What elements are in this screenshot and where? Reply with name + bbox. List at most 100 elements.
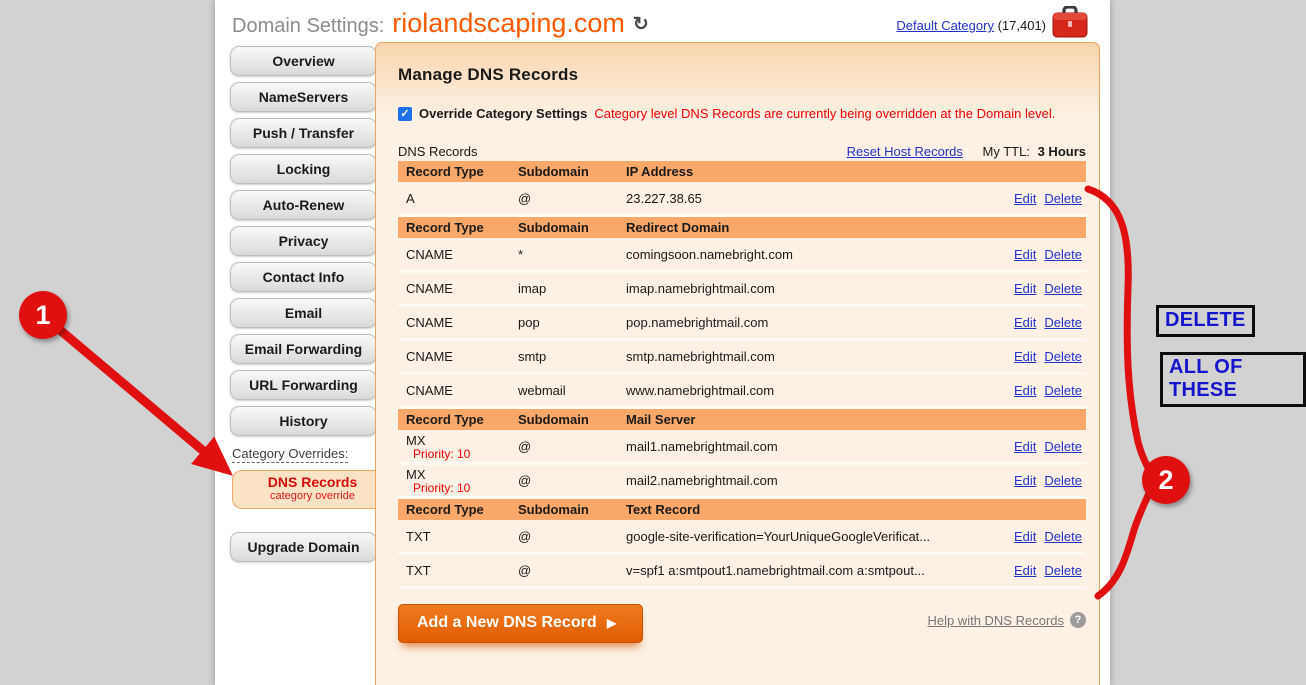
default-category-link[interactable]: Default Category — [896, 18, 994, 33]
domain-name: riolandscaping.com — [392, 8, 625, 39]
edit-link[interactable]: Edit — [1014, 439, 1036, 454]
delete-link[interactable]: Delete — [1044, 383, 1082, 398]
record-value: imap.namebrightmail.com — [626, 281, 990, 296]
sidebar-item-email[interactable]: Email — [230, 298, 377, 328]
table-row: TXT@v=spf1 a:smtpout1.namebrightmail.com… — [398, 555, 1086, 589]
annotation-step-1: 1 — [19, 291, 67, 339]
delete-link[interactable]: Delete — [1044, 473, 1082, 488]
dns-panel: Manage DNS Records ✓ Override Category S… — [375, 42, 1100, 685]
override-checkbox[interactable]: ✓ — [398, 107, 412, 121]
toolbox-icon[interactable] — [1052, 6, 1088, 38]
question-mark-icon[interactable]: ? — [1070, 612, 1086, 628]
edit-link[interactable]: Edit — [1014, 315, 1036, 330]
default-category-count: (17,401) — [998, 18, 1046, 33]
column-header-subdomain: Subdomain — [518, 502, 626, 517]
row-actions: Edit Delete — [990, 349, 1086, 364]
category-overrides-label: Category Overrides: — [232, 446, 377, 461]
record-subdomain: smtp — [518, 349, 626, 364]
edit-link[interactable]: Edit — [1014, 247, 1036, 262]
record-type: TXT — [406, 529, 518, 544]
record-subdomain: imap — [518, 281, 626, 296]
record-type: CNAME — [406, 281, 518, 296]
column-header-record-type: Record Type — [406, 502, 518, 517]
row-actions: Edit Delete — [990, 281, 1086, 296]
edit-link[interactable]: Edit — [1014, 349, 1036, 364]
sidebar-item-contact-info[interactable]: Contact Info — [230, 262, 377, 292]
record-type: CNAME — [406, 247, 518, 262]
record-value: 23.227.38.65 — [626, 191, 990, 206]
sidebar-item-history[interactable]: History — [230, 406, 377, 436]
sidebar-item-dns-records[interactable]: DNS Records category override — [232, 470, 392, 509]
record-subdomain: @ — [518, 439, 626, 454]
record-value: comingsoon.namebright.com — [626, 247, 990, 262]
record-subdomain: @ — [518, 563, 626, 578]
delete-link[interactable]: Delete — [1044, 191, 1082, 206]
dns-records-tab-sublabel: category override — [233, 490, 392, 502]
edit-link[interactable]: Edit — [1014, 563, 1036, 578]
delete-link[interactable]: Delete — [1044, 529, 1082, 544]
sidebar-item-email-forwarding[interactable]: Email Forwarding — [230, 334, 377, 364]
panel-heading: Manage DNS Records — [398, 65, 1086, 85]
sidebar-item-privacy[interactable]: Privacy — [230, 226, 377, 256]
delete-link[interactable]: Delete — [1044, 281, 1082, 296]
sidebar-item-locking[interactable]: Locking — [230, 154, 377, 184]
delete-link[interactable]: Delete — [1044, 439, 1082, 454]
record-type-cell: CNAME — [406, 383, 518, 398]
row-actions: Edit Delete — [990, 473, 1086, 488]
upgrade-domain-button[interactable]: Upgrade Domain — [230, 532, 377, 562]
refresh-icon[interactable]: ↻ — [633, 13, 649, 36]
delete-link[interactable]: Delete — [1044, 349, 1082, 364]
delete-link[interactable]: Delete — [1044, 315, 1082, 330]
help-row: Help with DNS Records ? — [927, 612, 1086, 628]
edit-link[interactable]: Edit — [1014, 473, 1036, 488]
record-type-cell: CNAME — [406, 247, 518, 262]
record-type-cell: CNAME — [406, 315, 518, 330]
table-row: CNAME*comingsoon.namebright.comEditDelet… — [398, 239, 1086, 273]
record-type: CNAME — [406, 383, 518, 398]
record-subdomain: @ — [518, 529, 626, 544]
record-type-cell: CNAME — [406, 349, 518, 364]
edit-link[interactable]: Edit — [1014, 529, 1036, 544]
page-title-label: Domain Settings: — [232, 15, 384, 38]
sidebar-item-push-transfer[interactable]: Push / Transfer — [230, 118, 377, 148]
delete-link[interactable]: Delete — [1044, 247, 1082, 262]
add-dns-record-button[interactable]: Add a New DNS Record ▶ — [398, 604, 643, 643]
table-row: MXPriority: 10@mail1.namebrightmail.comE… — [398, 431, 1086, 465]
sidebar-item-url-forwarding[interactable]: URL Forwarding — [230, 370, 377, 400]
sidebar-item-auto-renew[interactable]: Auto-Renew — [230, 190, 377, 220]
record-value: mail1.namebrightmail.com — [626, 439, 990, 454]
annotation-all-of-these-label: ALL OF THESE — [1160, 352, 1306, 407]
annotation-arrow-1 — [60, 330, 226, 470]
row-actions: Edit Delete — [990, 563, 1086, 578]
column-header-mail-server: Mail Server — [626, 412, 990, 427]
record-subdomain: @ — [518, 191, 626, 206]
dns-records-tab-label: DNS Records — [233, 474, 392, 490]
record-type: CNAME — [406, 349, 518, 364]
table-row: CNAMEwebmailwww.namebrightmail.com Edit De… — [398, 375, 1086, 409]
override-row: ✓ Override Category Settings Category le… — [398, 106, 1086, 121]
delete-link[interactable]: Delete — [1044, 563, 1082, 578]
column-header-text-record: Text Record — [626, 502, 990, 517]
column-header-redirect-domain: Redirect Domain — [626, 220, 990, 235]
annotation-delete-label: DELETE — [1156, 305, 1255, 337]
reset-host-records-link[interactable]: Reset Host Records — [847, 144, 963, 159]
table-row: MXPriority: 10@mail2.namebrightmail.comE… — [398, 465, 1086, 499]
record-type-cell: TXT — [406, 529, 518, 544]
row-actions: Edit Delete — [990, 529, 1086, 544]
row-actions: Edit Delete — [990, 247, 1086, 262]
column-header-subdomain: Subdomain — [518, 164, 626, 179]
record-subdomain: webmail — [518, 383, 626, 398]
ttl-value[interactable]: 3 Hours — [1038, 144, 1086, 159]
header-right: Default Category (17,401) — [896, 18, 1046, 33]
record-type-cell: A — [406, 191, 518, 206]
edit-link[interactable]: Edit — [1014, 191, 1036, 206]
record-type: A — [406, 191, 518, 206]
record-value: www.namebrightmail.com — [626, 383, 990, 398]
sidebar-item-overview[interactable]: Overview — [230, 46, 377, 76]
record-type-cell: MXPriority: 10 — [406, 467, 518, 495]
help-dns-records-link[interactable]: Help with DNS Records — [927, 613, 1064, 628]
sidebar-item-nameservers[interactable]: NameServers — [230, 82, 377, 112]
edit-link[interactable]: Edit — [1014, 281, 1036, 296]
bottom-row: Add a New DNS Record ▶ Help with DNS Rec… — [398, 604, 1086, 643]
edit-link[interactable]: Edit — [1014, 383, 1036, 398]
